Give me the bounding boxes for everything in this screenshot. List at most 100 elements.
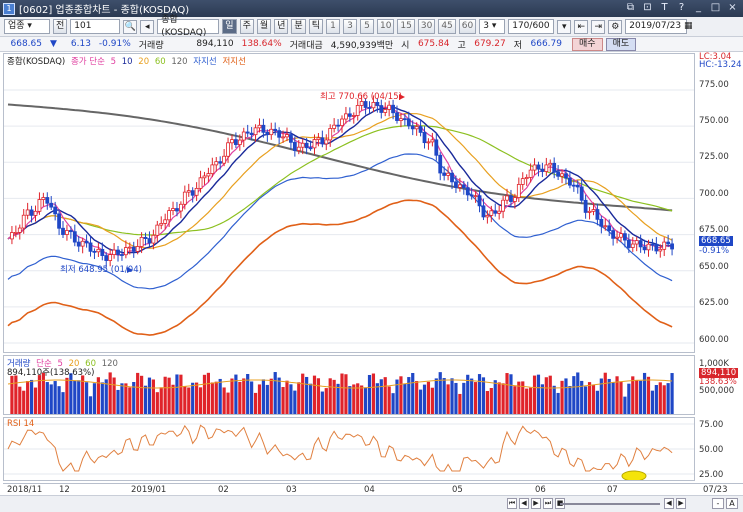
volume-bar bbox=[230, 378, 234, 414]
minute-5-button[interactable]: 5 bbox=[359, 19, 374, 34]
period-month-button[interactable]: 월 bbox=[256, 19, 272, 34]
maximize-icon[interactable]: □ bbox=[709, 1, 722, 14]
candle-body bbox=[528, 169, 533, 178]
market-select-value: 업종 bbox=[8, 21, 25, 31]
minute-10-button[interactable]: 10 bbox=[376, 19, 395, 34]
minute-3-button[interactable]: 3 bbox=[342, 19, 357, 34]
candle-body bbox=[520, 178, 525, 185]
zoom-icon[interactable]: ⇥ bbox=[591, 19, 606, 34]
minute-60-button[interactable]: 60 bbox=[458, 19, 477, 34]
volume-bar bbox=[214, 381, 218, 414]
chart-type-icon[interactable]: ▾ bbox=[557, 19, 572, 34]
volume-bar bbox=[434, 378, 438, 414]
candle-body bbox=[375, 102, 380, 106]
volume-bar bbox=[650, 390, 655, 414]
volume-chart-pane[interactable]: 거래량 단순 5 20 60 120 894,110주(138.63%) bbox=[3, 355, 695, 415]
last-icon[interactable]: ⏭ bbox=[543, 498, 553, 509]
volume-bar bbox=[399, 376, 403, 414]
minute-1-button[interactable]: 1 bbox=[325, 19, 340, 34]
candle-body bbox=[501, 199, 506, 212]
candle-body bbox=[143, 236, 148, 239]
volume-bar bbox=[446, 384, 450, 414]
x-tick-04: 04 bbox=[364, 485, 375, 495]
candle-body bbox=[603, 225, 608, 228]
minute-30-button[interactable]: 30 bbox=[417, 19, 436, 34]
period-tick-button[interactable]: 틱 bbox=[308, 19, 323, 34]
candle-body bbox=[210, 164, 215, 174]
amount-value: 4,590,939백만 bbox=[330, 40, 394, 51]
candle-body bbox=[371, 102, 376, 109]
candle-body bbox=[127, 246, 132, 249]
period-year-button[interactable]: 년 bbox=[274, 19, 289, 34]
pin-icon[interactable]: ⊡ bbox=[641, 1, 654, 14]
bottom-bar: ⏮ ◀ ▶ ⏭ ■ ◀ ▶ - A bbox=[0, 495, 743, 512]
settings-icon[interactable]: ⚙ bbox=[608, 19, 623, 34]
minute-15-button[interactable]: 15 bbox=[397, 19, 415, 34]
volume-bar bbox=[584, 386, 588, 414]
period-minute-button[interactable]: 분 bbox=[291, 19, 306, 34]
y-tick-625: 625.00 bbox=[699, 298, 729, 308]
candle-body bbox=[257, 124, 262, 129]
volume-bar bbox=[501, 383, 505, 414]
price-legend: 종합(KOSDAQ) 종가 단순 5 10 20 60 120 자지선 저지선 bbox=[7, 55, 249, 67]
candle-body bbox=[17, 227, 22, 233]
next-icon[interactable]: ▶ bbox=[531, 498, 541, 509]
candle-body bbox=[379, 105, 384, 113]
candle-body bbox=[45, 197, 50, 204]
rsi-chart-svg bbox=[4, 423, 694, 482]
volume-bar bbox=[670, 373, 674, 414]
count-input[interactable]: 170/600 bbox=[508, 19, 555, 34]
volume-bar bbox=[367, 374, 372, 414]
volume-bar bbox=[422, 384, 427, 414]
candle-body bbox=[96, 248, 101, 253]
volume-bar bbox=[442, 378, 446, 414]
code-type-button[interactable]: 전 bbox=[53, 19, 68, 34]
code-input[interactable]: 101 bbox=[70, 19, 121, 34]
date-input[interactable]: 2019/07/23 ▦ bbox=[625, 19, 692, 34]
volume-bar bbox=[391, 393, 395, 414]
minimize-icon[interactable]: _ bbox=[692, 1, 705, 14]
rsi-chart-pane[interactable]: RSI 14 bbox=[3, 417, 695, 482]
rsi-tick-25: 25.00 bbox=[699, 470, 724, 480]
period-week-button[interactable]: 주 bbox=[239, 19, 254, 34]
interval-select[interactable]: 3 ▾ bbox=[479, 19, 506, 34]
chart-scrollbar[interactable] bbox=[560, 503, 660, 505]
market-select[interactable]: 업종 ▾ bbox=[4, 19, 50, 34]
candle-body bbox=[88, 242, 93, 252]
volume-bar bbox=[556, 392, 560, 414]
scroll-left-arrow-icon[interactable]: ◀ bbox=[664, 498, 674, 509]
auto-scale-icon[interactable]: A bbox=[726, 498, 738, 509]
candle-body bbox=[241, 131, 246, 141]
volume-bar bbox=[481, 377, 486, 414]
candle-body bbox=[607, 225, 612, 231]
volume-bar bbox=[45, 382, 49, 414]
close-icon[interactable]: × bbox=[726, 1, 739, 14]
volume-label: 거래량 bbox=[138, 40, 164, 51]
prev-code-icon[interactable]: ◂ bbox=[140, 19, 155, 34]
period-day-button[interactable]: 일 bbox=[222, 19, 237, 34]
y-tick-600: 600.00 bbox=[699, 335, 729, 345]
price-chart-pane[interactable]: 종합(KOSDAQ) 종가 단순 5 10 20 60 120 자지선 저지선 … bbox=[3, 53, 695, 353]
link-window-icon[interactable]: ⧉ bbox=[624, 1, 637, 14]
first-icon[interactable]: ⏮ bbox=[507, 498, 517, 509]
scroll-left-icon[interactable]: ⇤ bbox=[574, 19, 589, 34]
sell-button[interactable]: 매도 bbox=[605, 37, 637, 51]
volume-bar bbox=[269, 378, 273, 414]
buy-button[interactable]: 매수 bbox=[572, 37, 603, 51]
volume-bar bbox=[658, 382, 662, 414]
index-name-field: 종합(KOSDAQ) bbox=[157, 15, 220, 38]
search-icon[interactable]: 🔍 bbox=[123, 19, 138, 34]
zoom-out-icon[interactable]: - bbox=[712, 498, 724, 509]
scroll-right-arrow-icon[interactable]: ▶ bbox=[676, 498, 686, 509]
font-icon[interactable]: T bbox=[658, 1, 671, 14]
candle-body bbox=[116, 249, 120, 255]
volume-bar bbox=[257, 384, 262, 414]
price-y-axis: LC:3.04 HC:-13.24 775.00 750.00 725.00 7… bbox=[696, 52, 742, 353]
help-icon[interactable]: ? bbox=[675, 1, 688, 14]
volume-bar bbox=[458, 393, 462, 414]
rsi-tick-75: 75.00 bbox=[699, 420, 724, 430]
candle-body bbox=[84, 240, 89, 244]
candle-body bbox=[151, 234, 156, 244]
minute-45-button[interactable]: 45 bbox=[438, 19, 456, 34]
prev-icon[interactable]: ◀ bbox=[519, 498, 529, 509]
